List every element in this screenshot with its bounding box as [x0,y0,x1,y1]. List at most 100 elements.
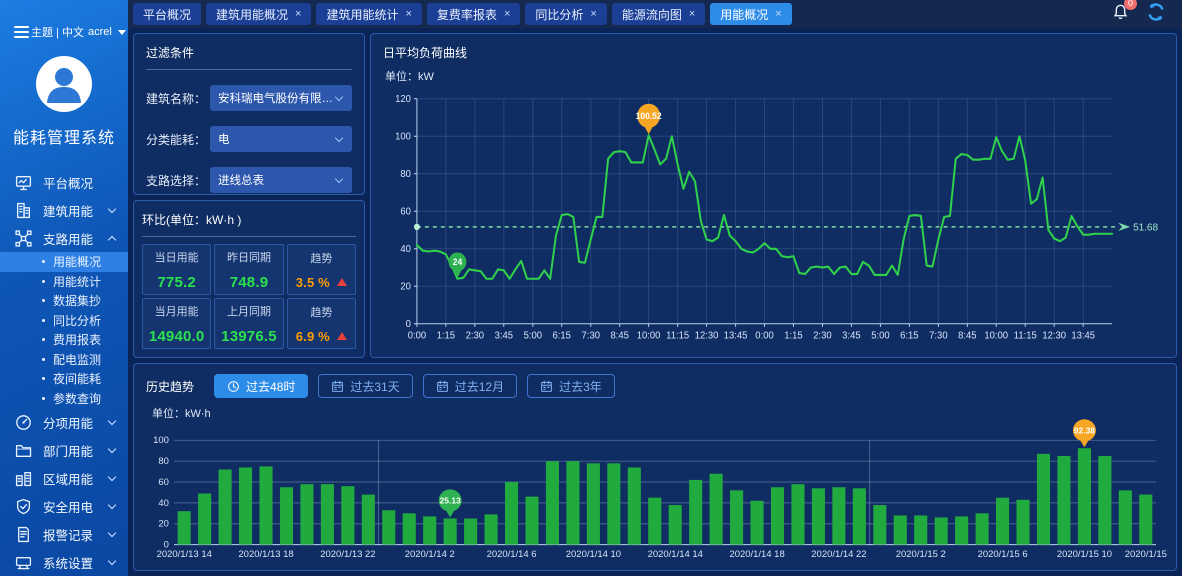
filter-label: 分类能耗： [146,131,210,148]
sidebar-item-building-energy[interactable]: 建筑用能 [0,196,128,224]
sidebar-menu: 平台概况建筑用能支路用能用能概况用能统计数据集抄同比分析费用报表配电监测夜间能耗… [0,168,128,576]
filter-fields: 建筑名称：安科瑞电气股份有限公司A楼分类能耗： 电支路选择：进线总表 [146,70,352,193]
svg-text:11:15: 11:15 [1014,330,1037,341]
sidebar-item-region-energy[interactable]: 区域用能 [0,464,128,492]
close-icon[interactable]: × [775,9,781,20]
filter-label: 支路选择： [146,172,210,189]
close-icon[interactable]: × [504,9,510,20]
tab-energy-flow[interactable]: 能源流向图× [612,3,705,25]
daily-load-chart[interactable]: 0204060801001200:001:152:303:455:006:157… [383,84,1164,349]
submenu-item-yoy-analysis[interactable]: 同比分析 [0,311,128,331]
svg-text:10:00: 10:00 [637,330,661,341]
tab-platform-overview[interactable]: 平台概况 [133,3,201,25]
submenu-item-label: 参数查询 [53,390,101,407]
filter-panel-title: 过滤条件 [146,44,352,61]
range-buttons: 过去48时 过去31天过去12月过去3年 [214,374,615,398]
svg-text:8:45: 8:45 [958,330,976,341]
range-button-label: 过去48时 [246,378,295,395]
triangle-up-icon [337,332,347,340]
submenu-item-param-query[interactable]: 参数查询 [0,389,128,409]
sidebar-item-label: 系统设置 [43,553,98,572]
submenu-item-energy-stats[interactable]: 用能统计 [0,272,128,292]
range-button-past-12m[interactable]: 过去12月 [423,374,517,398]
branch-select[interactable]: 进线总表 [210,167,352,193]
filter-panel: 过滤条件 建筑名称：安科瑞电气股份有限公司A楼分类能耗： 电支路选择：进线总表 [133,33,365,195]
svg-text:3:45: 3:45 [495,330,513,341]
close-icon[interactable]: × [405,9,411,20]
notifications-bell-icon[interactable]: 0 [1111,2,1130,26]
svg-text:6:15: 6:15 [900,330,918,341]
svg-text:60: 60 [158,477,169,487]
sidebar-item-system-settings[interactable]: 系统设置 [0,548,128,576]
notification-badge: 0 [1124,0,1137,10]
history-trend-panel: 历史趋势 过去48时过去31天过去12月过去3年 单位：kW·h 0204060… [133,363,1177,571]
svg-text:3:45: 3:45 [842,330,860,341]
building-select[interactable]: 安科瑞电气股份有限公司A楼 [210,85,352,111]
submenu-item-power-distribution-monitor[interactable]: 配电监测 [0,350,128,370]
tab-rate-report[interactable]: 复费率报表× [427,3,520,25]
user-menu[interactable]: acrel [88,26,112,38]
filter-row: 分类能耗： 电 [146,126,352,152]
sidebar-submenu: 用能概况用能统计数据集抄同比分析费用报表配电监测夜间能耗参数查询 [0,252,128,408]
close-icon[interactable]: × [689,9,695,20]
range-button-past-31d[interactable]: 过去31天 [318,374,412,398]
sidebar-item-branch-energy[interactable]: 支路用能 [0,224,128,252]
svg-text:2020/1/14 22: 2020/1/14 22 [811,549,866,559]
svg-text:120: 120 [395,94,411,105]
calendar-icon [540,380,553,393]
clock-icon [227,380,240,393]
svg-text:1:15: 1:15 [784,330,802,341]
tab-label: 建筑用能概况 [216,6,288,23]
svg-text:2020/1/14 14: 2020/1/14 14 [648,549,703,559]
tab-building-energy-stats[interactable]: 建筑用能统计× [316,3,421,25]
range-button-past-3y[interactable]: 过去3年 [527,374,615,398]
settings-icon [15,554,32,571]
sidebar-topbar: 主题 | 中文 acrel [0,0,128,40]
svg-text:2:30: 2:30 [466,330,485,341]
history-bar-chart[interactable]: 0204060801002020/1/13 142020/1/13 182020… [146,421,1164,562]
select-value: 电 [218,131,336,147]
tab-energy-overview[interactable]: 用能概况× [710,3,791,25]
chevron-down-icon [108,445,116,453]
history-trend-title: 历史趋势 [146,378,194,395]
svg-text:13:45: 13:45 [1071,330,1095,341]
theme-language-switcher[interactable]: 主题 | 中文 [31,24,84,40]
refresh-icon[interactable] [1146,2,1166,27]
svg-text:100.52: 100.52 [636,111,662,121]
sidebar-item-label: 区域用能 [43,469,98,488]
svg-text:2020/1/15 10: 2020/1/15 10 [1057,549,1112,559]
sidebar-item-platform-overview[interactable]: 平台概况 [0,168,128,196]
sidebar-item-alarm-records[interactable]: 报警记录 [0,520,128,548]
submenu-item-data-collection[interactable]: 数据集抄 [0,291,128,311]
svg-text:24: 24 [453,257,463,267]
energy-type-select[interactable]: 电 [210,126,352,152]
stat-cell: 昨日同期748.9 [214,244,283,295]
daily-load-title: 日平均负荷曲线 [383,44,1164,61]
subitem-icon [15,414,32,431]
daily-load-unit-label: 单位：kW [385,68,1164,84]
main-area: 平台概况建筑用能概况×建筑用能统计×复费率报表×同比分析×能源流向图×用能概况×… [128,0,1182,576]
svg-text:7:30: 7:30 [582,330,601,341]
monitor-icon [15,174,32,191]
tab-building-energy-overview[interactable]: 建筑用能概况 × [206,3,311,25]
stat-value: 14940.0 [149,328,205,345]
trend-value: 3.5 % [296,275,347,290]
sidebar-item-safe-power[interactable]: 安全用电 [0,492,128,520]
sidebar-item-label: 支路用能 [43,229,98,248]
svg-text:2020/1/14 10: 2020/1/14 10 [566,549,621,559]
submenu-item-energy-overview[interactable]: 用能概况 [0,252,128,272]
sidebar-item-department-energy[interactable]: 部门用能 [0,436,128,464]
app-title: 能耗管理系统 [0,124,128,148]
range-button-past-48h[interactable]: 过去48时 [214,374,308,398]
chevron-down-icon [108,529,116,537]
filter-label: 建筑名称： [146,90,210,107]
submenu-item-cost-report[interactable]: 费用报表 [0,330,128,350]
sidebar-item-subentry-energy[interactable]: 分项用能 [0,408,128,436]
close-icon[interactable]: × [590,9,596,20]
chevron-down-icon [335,93,343,101]
hamburger-menu-icon[interactable] [12,24,31,40]
svg-text:6:15: 6:15 [553,330,571,341]
close-icon[interactable]: × [295,9,301,20]
tab-yoy-analysis[interactable]: 同比分析× [525,3,606,25]
submenu-item-night-energy[interactable]: 夜间能耗 [0,369,128,389]
